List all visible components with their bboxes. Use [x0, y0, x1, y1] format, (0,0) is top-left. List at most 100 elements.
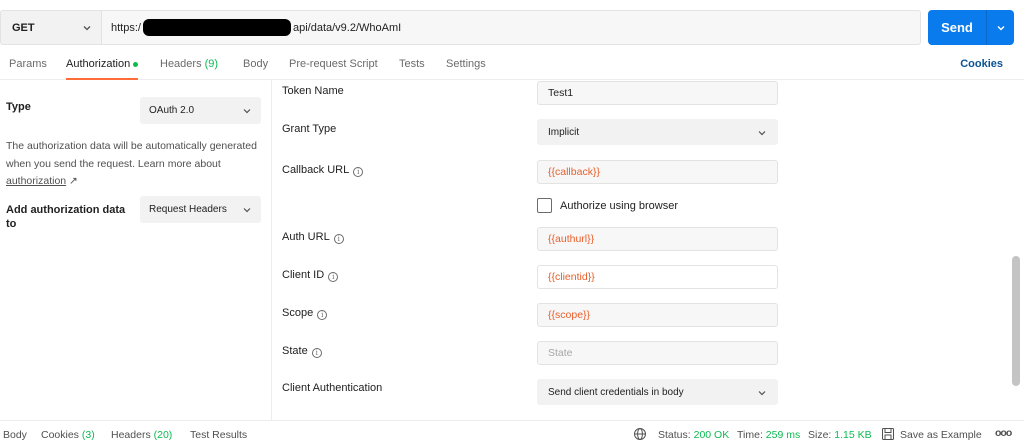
add-auth-data-value: Request Headers — [149, 204, 227, 215]
info-icon[interactable]: i — [353, 167, 364, 177]
time-indicator[interactable]: Time: 259 ms — [737, 429, 800, 441]
tab-pre-request-script[interactable]: Pre-request Script — [289, 58, 378, 80]
response-tab-headers[interactable]: Headers (20) — [111, 429, 172, 441]
send-options-dropdown[interactable] — [987, 22, 1014, 34]
add-auth-data-select[interactable]: Request Headers — [140, 196, 261, 223]
save-icon[interactable] — [881, 427, 895, 444]
state-placeholder: State — [548, 347, 573, 359]
response-headers-label: Headers — [111, 429, 151, 441]
request-bar: GET https:/ api/data/v9.2/WhoAmI Send — [0, 10, 1024, 46]
info-icon[interactable]: i — [328, 272, 339, 282]
chevron-down-icon — [83, 26, 91, 31]
cookies-link[interactable]: Cookies — [960, 58, 1003, 70]
grant-type-value: Implicit — [548, 126, 580, 138]
state-label: State i — [282, 345, 322, 358]
callback-url-label-text: Callback URL — [282, 164, 350, 176]
tab-headers[interactable]: Headers (9) — [160, 58, 218, 80]
auth-url-label: Auth URL i — [282, 231, 344, 244]
token-name-label: Token Name — [282, 85, 344, 97]
status-indicator[interactable]: Status: 200 OK — [658, 429, 729, 441]
state-input[interactable]: State — [537, 341, 778, 365]
tab-headers-label: Headers — [160, 58, 202, 70]
size-label: Size: — [808, 429, 832, 441]
scope-label: Scope i — [282, 307, 328, 320]
auth-url-label-text: Auth URL — [282, 231, 330, 243]
client-id-label: Client ID i — [282, 269, 339, 282]
response-tab-body[interactable]: Body — [3, 429, 27, 441]
grant-type-label: Grant Type — [282, 123, 337, 135]
authorize-browser-label: Authorize using browser — [560, 199, 679, 212]
save-as-example-button[interactable]: Save as Example — [900, 429, 982, 441]
callback-url-input[interactable]: {{callback}} — [537, 160, 778, 184]
tab-authorization[interactable]: Authorization — [66, 58, 139, 80]
tab-pre-request-label: Pre-request Script — [289, 58, 378, 70]
scope-input[interactable]: {{scope}} — [537, 303, 778, 327]
method-select[interactable]: GET — [0, 10, 101, 45]
more-options-icon[interactable]: ooo — [995, 427, 1012, 439]
type-label: Type — [6, 101, 31, 113]
chevron-down-icon — [243, 207, 251, 212]
client-authentication-select[interactable]: Send client credentials in body — [537, 379, 778, 405]
add-auth-data-label: Add authorization data to — [6, 204, 126, 230]
response-tab-cookies[interactable]: Cookies (3) — [41, 429, 95, 441]
state-label-text: State — [282, 345, 308, 357]
tab-authorization-label: Authorization — [66, 58, 131, 70]
auth-description-text: The authorization data will be automatic… — [6, 140, 257, 170]
size-indicator[interactable]: Size: 1.15 KB — [808, 429, 872, 441]
info-icon[interactable]: i — [333, 234, 344, 244]
tab-body[interactable]: Body — [243, 58, 268, 80]
chevron-down-icon — [997, 25, 1004, 30]
chevron-down-icon — [758, 131, 766, 136]
url-suffix: api/data/v9.2/WhoAmI — [292, 21, 402, 34]
client-id-input[interactable]: {{clientid}} — [537, 265, 778, 289]
method-label: GET — [12, 21, 35, 34]
time-value: 259 ms — [765, 429, 801, 441]
tab-settings-label: Settings — [446, 58, 486, 70]
authorization-link[interactable]: authorization — [6, 175, 66, 187]
external-link-icon: ↗ — [69, 175, 78, 187]
globe-icon[interactable] — [633, 427, 647, 444]
redaction-mark — [142, 19, 291, 36]
status-dot-icon — [133, 61, 139, 67]
response-cookies-label: Cookies — [41, 429, 79, 441]
tab-params-label: Params — [9, 58, 47, 70]
authorize-browser-checkbox[interactable] — [537, 198, 552, 213]
tab-params[interactable]: Params — [9, 58, 47, 80]
scope-value: {{scope}} — [548, 309, 591, 321]
size-value: 1.15 KB — [834, 429, 872, 441]
tab-body-label: Body — [243, 58, 269, 70]
response-tab-test-results[interactable]: Test Results — [190, 429, 247, 441]
request-tabs: Params Authorization Headers (9) Body Pr… — [0, 52, 1024, 80]
tab-settings[interactable]: Settings — [446, 58, 486, 80]
oauth-config-form: Token Name Test1 Grant Type Implicit Cal… — [272, 80, 1012, 420]
auth-url-input[interactable]: {{authurl}} — [537, 227, 778, 251]
tab-headers-count: (9) — [204, 58, 219, 70]
tab-tests-label: Tests — [399, 58, 425, 70]
grant-type-select[interactable]: Implicit — [537, 119, 778, 145]
client-authentication-label: Client Authentication — [282, 382, 383, 394]
callback-url-value: {{callback}} — [548, 166, 600, 178]
auth-type-panel: Type OAuth 2.0 The authorization data wi… — [0, 80, 272, 420]
auth-type-value: OAuth 2.0 — [149, 105, 195, 116]
authorize-browser-row: Authorize using browser — [537, 198, 678, 213]
url-prefix: https:/ — [111, 21, 141, 34]
send-button[interactable]: Send — [928, 10, 1014, 45]
client-id-label-text: Client ID — [282, 269, 325, 281]
client-authentication-value: Send client credentials in body — [548, 386, 684, 398]
scope-label-text: Scope — [282, 307, 314, 319]
time-label: Time: — [737, 429, 763, 441]
info-icon[interactable]: i — [311, 348, 322, 358]
send-label: Send — [941, 20, 973, 35]
url-input[interactable]: https:/ api/data/v9.2/WhoAmI — [101, 10, 921, 45]
auth-type-select[interactable]: OAuth 2.0 — [140, 97, 261, 124]
token-name-input[interactable]: Test1 — [537, 81, 778, 105]
token-name-value: Test1 — [548, 87, 574, 99]
tab-tests[interactable]: Tests — [399, 58, 425, 80]
auth-description: The authorization data will be automatic… — [6, 138, 264, 191]
info-icon[interactable]: i — [317, 310, 328, 320]
client-id-value: {{clientid}} — [548, 271, 595, 283]
chevron-down-icon — [243, 108, 251, 113]
response-cookies-count: (3) — [81, 429, 95, 441]
scrollbar-thumb[interactable] — [1012, 256, 1020, 386]
status-label: Status: — [658, 429, 691, 441]
